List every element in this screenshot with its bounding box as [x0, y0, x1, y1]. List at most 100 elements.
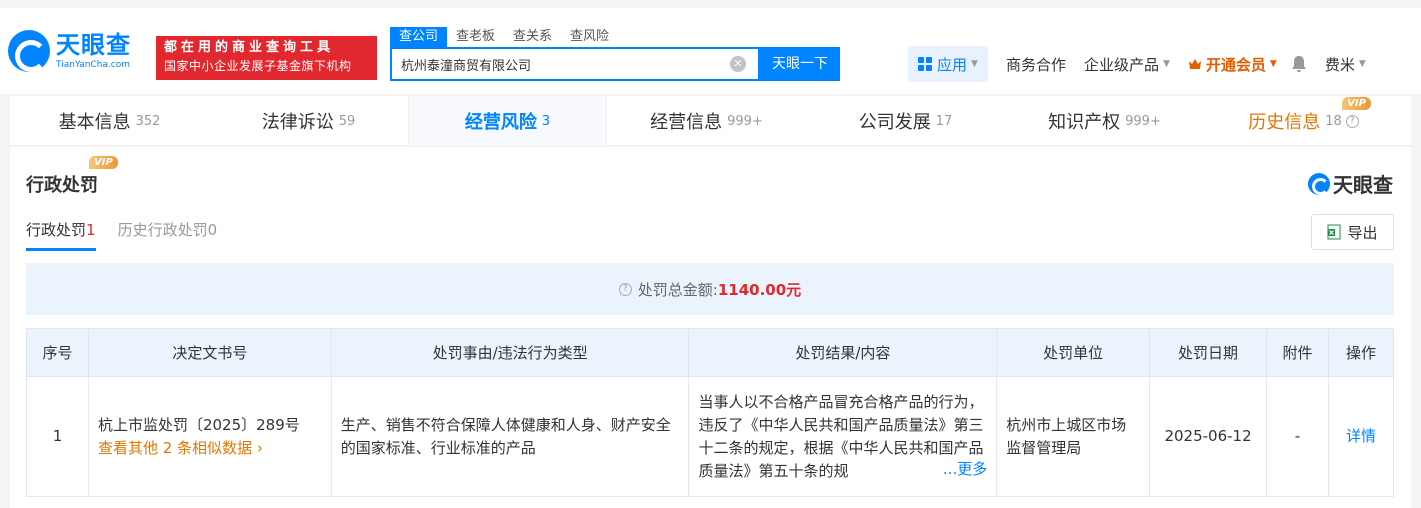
col-unit: 处罚单位: [996, 328, 1151, 377]
tab-count: 17: [935, 113, 953, 129]
chevron-down-icon: ▼: [1269, 59, 1277, 69]
tab-count: 999+: [727, 113, 763, 129]
col-action: 操作: [1327, 328, 1395, 377]
search-tab-relation[interactable]: 查关系: [504, 27, 561, 47]
vip-badge: VIP: [89, 156, 118, 169]
cell-action: 详情: [1327, 376, 1395, 497]
tab-count: 3: [541, 113, 551, 129]
brand-watermark: 天眼查: [1308, 169, 1393, 198]
tab-label: 知识产权: [1048, 112, 1121, 133]
user-name: 费米: [1324, 55, 1355, 74]
tab-label: 经营信息: [650, 112, 723, 133]
similar-data-link[interactable]: 查看其他 2 条相似数据 ›: [98, 437, 322, 460]
help-icon[interactable]: ?: [618, 282, 632, 296]
col-doc-no: 决定文书号: [87, 328, 332, 377]
tab-ip[interactable]: 知识产权 999+: [1005, 96, 1204, 146]
col-reason: 处罚事由/违法行为类型: [330, 328, 690, 377]
export-button[interactable]: 导出: [1311, 214, 1394, 250]
nav-vip[interactable]: 开通会员 ▼: [1188, 54, 1277, 75]
main-tabs: 基本信息 352 法律诉讼 59 经营风险 3 经营信息 999+ 公司发展 17 知识产…: [10, 96, 1411, 146]
apps-label: 应用: [937, 55, 968, 74]
nav-enterprise-label: 企业级产品: [1083, 55, 1159, 74]
col-index: 序号: [26, 328, 89, 377]
penalty-table: 序号 决定文书号 处罚事由/违法行为类型 处罚结果/内容 处罚单位 处罚日期 附…: [26, 328, 1395, 497]
tab-count: 59: [338, 113, 356, 129]
table-header-row: 序号 决定文书号 处罚事由/违法行为类型 处罚结果/内容 处罚单位 处罚日期 附…: [26, 328, 1395, 377]
slogan-line2: 国家中小企业发展子基金旗下机构: [164, 59, 352, 73]
brand-logo-icon: [1308, 172, 1330, 195]
tab-label: 历史信息: [1248, 112, 1321, 133]
sub-tabs: 行政处罚1 历史行政处罚0: [26, 219, 239, 251]
subtab-label: 历史行政处罚: [117, 221, 208, 239]
tab-count: 18: [1325, 113, 1342, 129]
detail-link[interactable]: 详情: [1346, 427, 1376, 445]
search-type-tabs: 查公司 查老板 查关系 查风险: [390, 27, 618, 47]
tab-basic-info[interactable]: 基本信息 352: [10, 96, 209, 146]
penalty-summary: ? 处罚总金额: 1140.00元: [26, 263, 1394, 315]
top-header: 天眼查 TianYanCha.com 都在用的商业查询工具 国家中小企业发展子基…: [0, 0, 1421, 94]
bell-icon[interactable]: [1291, 55, 1307, 73]
cell-attachment: -: [1266, 376, 1329, 497]
nav-enterprise[interactable]: 企业级产品 ▼: [1084, 54, 1170, 75]
tab-operational-info[interactable]: 经营信息 999+: [607, 96, 806, 146]
logo-name: 天眼查: [56, 31, 131, 59]
cell-reason: 生产、销售不符合保障人体健康和人身、财产安全的国家标准、行业标准的产品: [330, 376, 690, 497]
admin-penalty-section: VIP 行政处罚 天眼查 行政处罚1 历史行政处罚0 导出 ? 处罚总金额: 1…: [10, 147, 1411, 508]
chevron-right-icon: ›: [256, 438, 263, 457]
search-tab-boss[interactable]: 查老板: [447, 27, 504, 47]
export-label: 导出: [1347, 223, 1378, 242]
cell-doc-no: 杭上市监处罚〔2025〕289号 查看其他 2 条相似数据 ›: [87, 376, 332, 497]
brand-name: 天眼查: [1333, 173, 1393, 197]
subtab-history-penalty[interactable]: 历史行政处罚0: [118, 219, 218, 251]
slogan-banner: 都在用的商业查询工具 国家中小企业发展子基金旗下机构: [156, 36, 377, 80]
more-link[interactable]: ...更多: [938, 458, 988, 481]
search-tab-risk[interactable]: 查风险: [561, 27, 618, 47]
cell-date: 2025-06-12: [1149, 376, 1268, 497]
search-input[interactable]: [401, 56, 721, 72]
vip-badge: VIP: [1342, 97, 1371, 110]
help-icon[interactable]: ?: [1345, 114, 1359, 128]
subtab-count: 1: [86, 221, 96, 239]
chevron-down-icon: ▼: [1358, 59, 1366, 69]
search-tab-company[interactable]: 查公司: [390, 27, 448, 47]
section-title: 行政处罚: [26, 175, 98, 196]
similar-label: 查看其他 2 条相似数据: [97, 438, 253, 457]
tab-label: 基本信息: [58, 112, 131, 133]
logo-mark-icon: [8, 30, 50, 72]
clear-icon[interactable]: ✕: [730, 56, 746, 72]
chevron-down-icon: ▼: [971, 59, 978, 69]
tab-company-dev[interactable]: 公司发展 17: [806, 96, 1005, 146]
tab-count: 352: [135, 113, 161, 129]
col-date: 处罚日期: [1149, 328, 1268, 377]
tab-label: 公司发展: [858, 112, 931, 133]
apps-grid-icon: [918, 57, 932, 71]
tab-litigation[interactable]: 法律诉讼 59: [209, 96, 408, 146]
tab-label: 法律诉讼: [261, 112, 334, 133]
site-logo[interactable]: 天眼查 TianYanCha.com: [8, 30, 131, 72]
search-box: ✕: [390, 47, 760, 81]
cell-unit: 杭州市上城区市场监督管理局: [996, 376, 1151, 497]
subtab-label: 行政处罚: [26, 221, 87, 239]
tab-history-info[interactable]: VIP 历史信息 18 ?: [1204, 96, 1403, 146]
chevron-down-icon: ▼: [1162, 59, 1170, 69]
top-nav: 应用 ▼ 商务合作 企业级产品 ▼ 开通会员 ▼ 费米 ▼: [908, 46, 1366, 82]
summary-amount: 1140.00元: [717, 280, 802, 299]
subtab-admin-penalty[interactable]: 行政处罚1: [26, 219, 96, 251]
summary-label: 处罚总金额:: [637, 280, 718, 299]
doc-number: 杭上市监处罚〔2025〕289号: [97, 415, 300, 434]
search-button[interactable]: 天眼一下: [760, 47, 840, 81]
tab-operational-risk[interactable]: 经营风险 3: [408, 96, 607, 146]
tab-label: 经营风险: [464, 112, 537, 133]
excel-icon: [1327, 224, 1341, 240]
subtab-count: 0: [207, 221, 218, 239]
table-row: 1 杭上市监处罚〔2025〕289号 查看其他 2 条相似数据 › 生产、销售不…: [26, 376, 1395, 497]
crown-icon: [1188, 59, 1201, 69]
tab-count: 999+: [1125, 113, 1161, 129]
nav-business[interactable]: 商务合作: [1006, 54, 1066, 75]
nav-vip-label: 开通会员: [1205, 55, 1266, 74]
cell-result: 当事人以不合格产品冒充合格产品的行为，违反了《中华人民共和国产品质量法》第三十二…: [688, 376, 998, 497]
user-menu[interactable]: 费米 ▼: [1325, 54, 1366, 75]
apps-menu[interactable]: 应用 ▼: [908, 46, 988, 82]
logo-domain: TianYanCha.com: [56, 60, 131, 70]
slogan-line1: 都在用的商业查询工具: [164, 40, 335, 55]
